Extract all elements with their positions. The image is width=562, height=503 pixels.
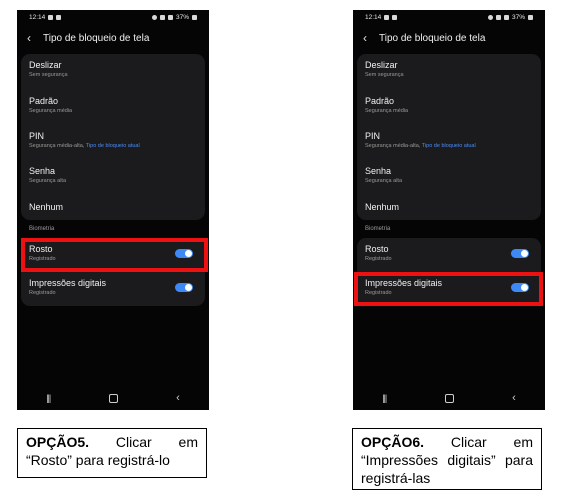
option-title: Senha — [365, 166, 392, 176]
status-bar: 12:14 37% — [29, 12, 197, 22]
gallery-icon — [56, 14, 62, 20]
option-title: Rosto — [365, 244, 389, 254]
lock-type-list: Deslizar Sem segurança Padrão Segurança … — [21, 54, 205, 220]
highlight-impressoes-digitais — [354, 272, 543, 306]
gallery-icon — [392, 14, 398, 20]
option-subtitle: Segurança alta — [29, 178, 66, 184]
lock-option-pin[interactable]: PIN Segurança média-alta, Tipo de bloque… — [365, 131, 533, 150]
navigation-bar: ||| ‹ — [353, 386, 545, 410]
status-battery: 37% — [511, 13, 525, 21]
option-subtitle: Registrado — [365, 256, 392, 262]
highlight-rosto — [21, 238, 208, 272]
app-header: ‹ Tipo de bloqueio de tela — [363, 30, 485, 46]
option-title: Nenhum — [29, 202, 64, 212]
option-subtitle: Sem segurança — [365, 72, 404, 78]
current-lock-label: Tipo de bloqueio atual — [421, 143, 476, 149]
section-label-biometria: Biometria — [365, 226, 391, 232]
app-header: ‹ Tipo de bloqueio de tela — [27, 30, 149, 46]
lock-option-pin[interactable]: PIN Segurança média-alta, Tipo de bloque… — [29, 131, 197, 150]
section-label-biometria: Biometria — [29, 226, 55, 232]
biometric-option-impressoes[interactable]: Impressões digitais Registrado — [29, 278, 197, 297]
option-subtitle: Registrado — [29, 290, 56, 296]
recent-apps-icon[interactable]: ||| — [382, 393, 387, 403]
lock-option-nenhum[interactable]: Nenhum — [29, 202, 197, 213]
chevron-left-icon[interactable]: ‹ — [27, 32, 35, 44]
page-title: Tipo de bloqueio de tela — [43, 32, 150, 44]
phone-screen-left: 12:14 37% ‹ Tipo de bloqueio de tela Des… — [17, 10, 209, 410]
status-time: 12:14 — [365, 13, 382, 21]
lock-option-padrao[interactable]: Padrão Segurança média — [365, 96, 533, 115]
status-bar: 12:14 37% — [365, 12, 533, 22]
option-title: Padrão — [365, 96, 395, 106]
wifi-icon — [159, 14, 165, 20]
option-subtitle: Sem segurança — [29, 72, 68, 78]
caption-bold: OPÇÃO6. — [361, 434, 425, 450]
lock-option-padrao[interactable]: Padrão Segurança média — [29, 96, 197, 115]
signal-icon — [503, 14, 509, 20]
current-lock-label: Tipo de bloqueio atual — [85, 143, 140, 149]
option-title: Impressões digitais — [29, 278, 107, 288]
option-subtitle: Segurança média-alta, — [365, 143, 422, 149]
option-title: Senha — [29, 166, 56, 176]
navigation-bar: ||| ‹ — [17, 386, 209, 410]
lock-option-senha[interactable]: Senha Segurança alta — [365, 166, 533, 185]
lock-option-deslizar[interactable]: Deslizar Sem segurança — [365, 60, 533, 79]
back-nav-icon[interactable]: ‹ — [176, 392, 180, 404]
lock-type-list: Deslizar Sem segurança Padrão Segurança … — [357, 54, 541, 220]
battery-icon — [528, 14, 533, 20]
option-subtitle: Segurança média — [365, 108, 409, 114]
lock-option-deslizar[interactable]: Deslizar Sem segurança — [29, 60, 197, 79]
alarm-icon — [151, 14, 157, 20]
lock-option-senha[interactable]: Senha Segurança alta — [29, 166, 197, 185]
battery-icon — [192, 14, 197, 20]
status-time: 12:14 — [29, 13, 46, 21]
caption-option6: OPÇÃO6. Clicar em “Impressões digitais” … — [352, 428, 542, 490]
phone-screen-right: 12:14 37% ‹ Tipo de bloqueio de tela Des… — [353, 10, 545, 410]
option-title: Deslizar — [365, 60, 398, 70]
option-title: Nenhum — [365, 202, 400, 212]
caption-option5: OPÇÃO5. Clicar em “Rosto” para registrá-… — [17, 428, 207, 478]
recent-apps-icon[interactable]: ||| — [46, 393, 51, 403]
caption-bold: OPÇÃO5. — [26, 434, 90, 450]
chevron-left-icon[interactable]: ‹ — [363, 32, 371, 44]
option-subtitle-line: Segurança média-alta, Tipo de bloqueio a… — [365, 142, 533, 150]
toggle-knob — [521, 250, 528, 257]
option-subtitle: Segurança média-alta, — [29, 143, 86, 149]
wifi-icon — [495, 14, 501, 20]
toggle-knob — [185, 284, 192, 291]
home-icon[interactable] — [108, 393, 118, 403]
option-subtitle-line: Segurança média-alta, Tipo de bloqueio a… — [29, 142, 197, 150]
option-title: PIN — [365, 131, 381, 141]
option-title: Deslizar — [29, 60, 62, 70]
home-icon[interactable] — [444, 393, 454, 403]
lock-option-nenhum[interactable]: Nenhum — [365, 202, 533, 213]
option-title: Padrão — [29, 96, 59, 106]
notification-icon — [48, 14, 54, 20]
impressoes-toggle[interactable] — [175, 283, 193, 292]
option-title: PIN — [29, 131, 45, 141]
page-title: Tipo de bloqueio de tela — [379, 32, 486, 44]
alarm-icon — [487, 14, 493, 20]
option-subtitle: Segurança média — [29, 108, 73, 114]
notification-icon — [384, 14, 390, 20]
option-subtitle: Segurança alta — [365, 178, 402, 184]
rosto-toggle[interactable] — [511, 249, 529, 258]
signal-icon — [167, 14, 173, 20]
back-nav-icon[interactable]: ‹ — [512, 392, 516, 404]
status-battery: 37% — [175, 13, 189, 21]
biometric-option-rosto[interactable]: Rosto Registrado — [365, 244, 533, 263]
